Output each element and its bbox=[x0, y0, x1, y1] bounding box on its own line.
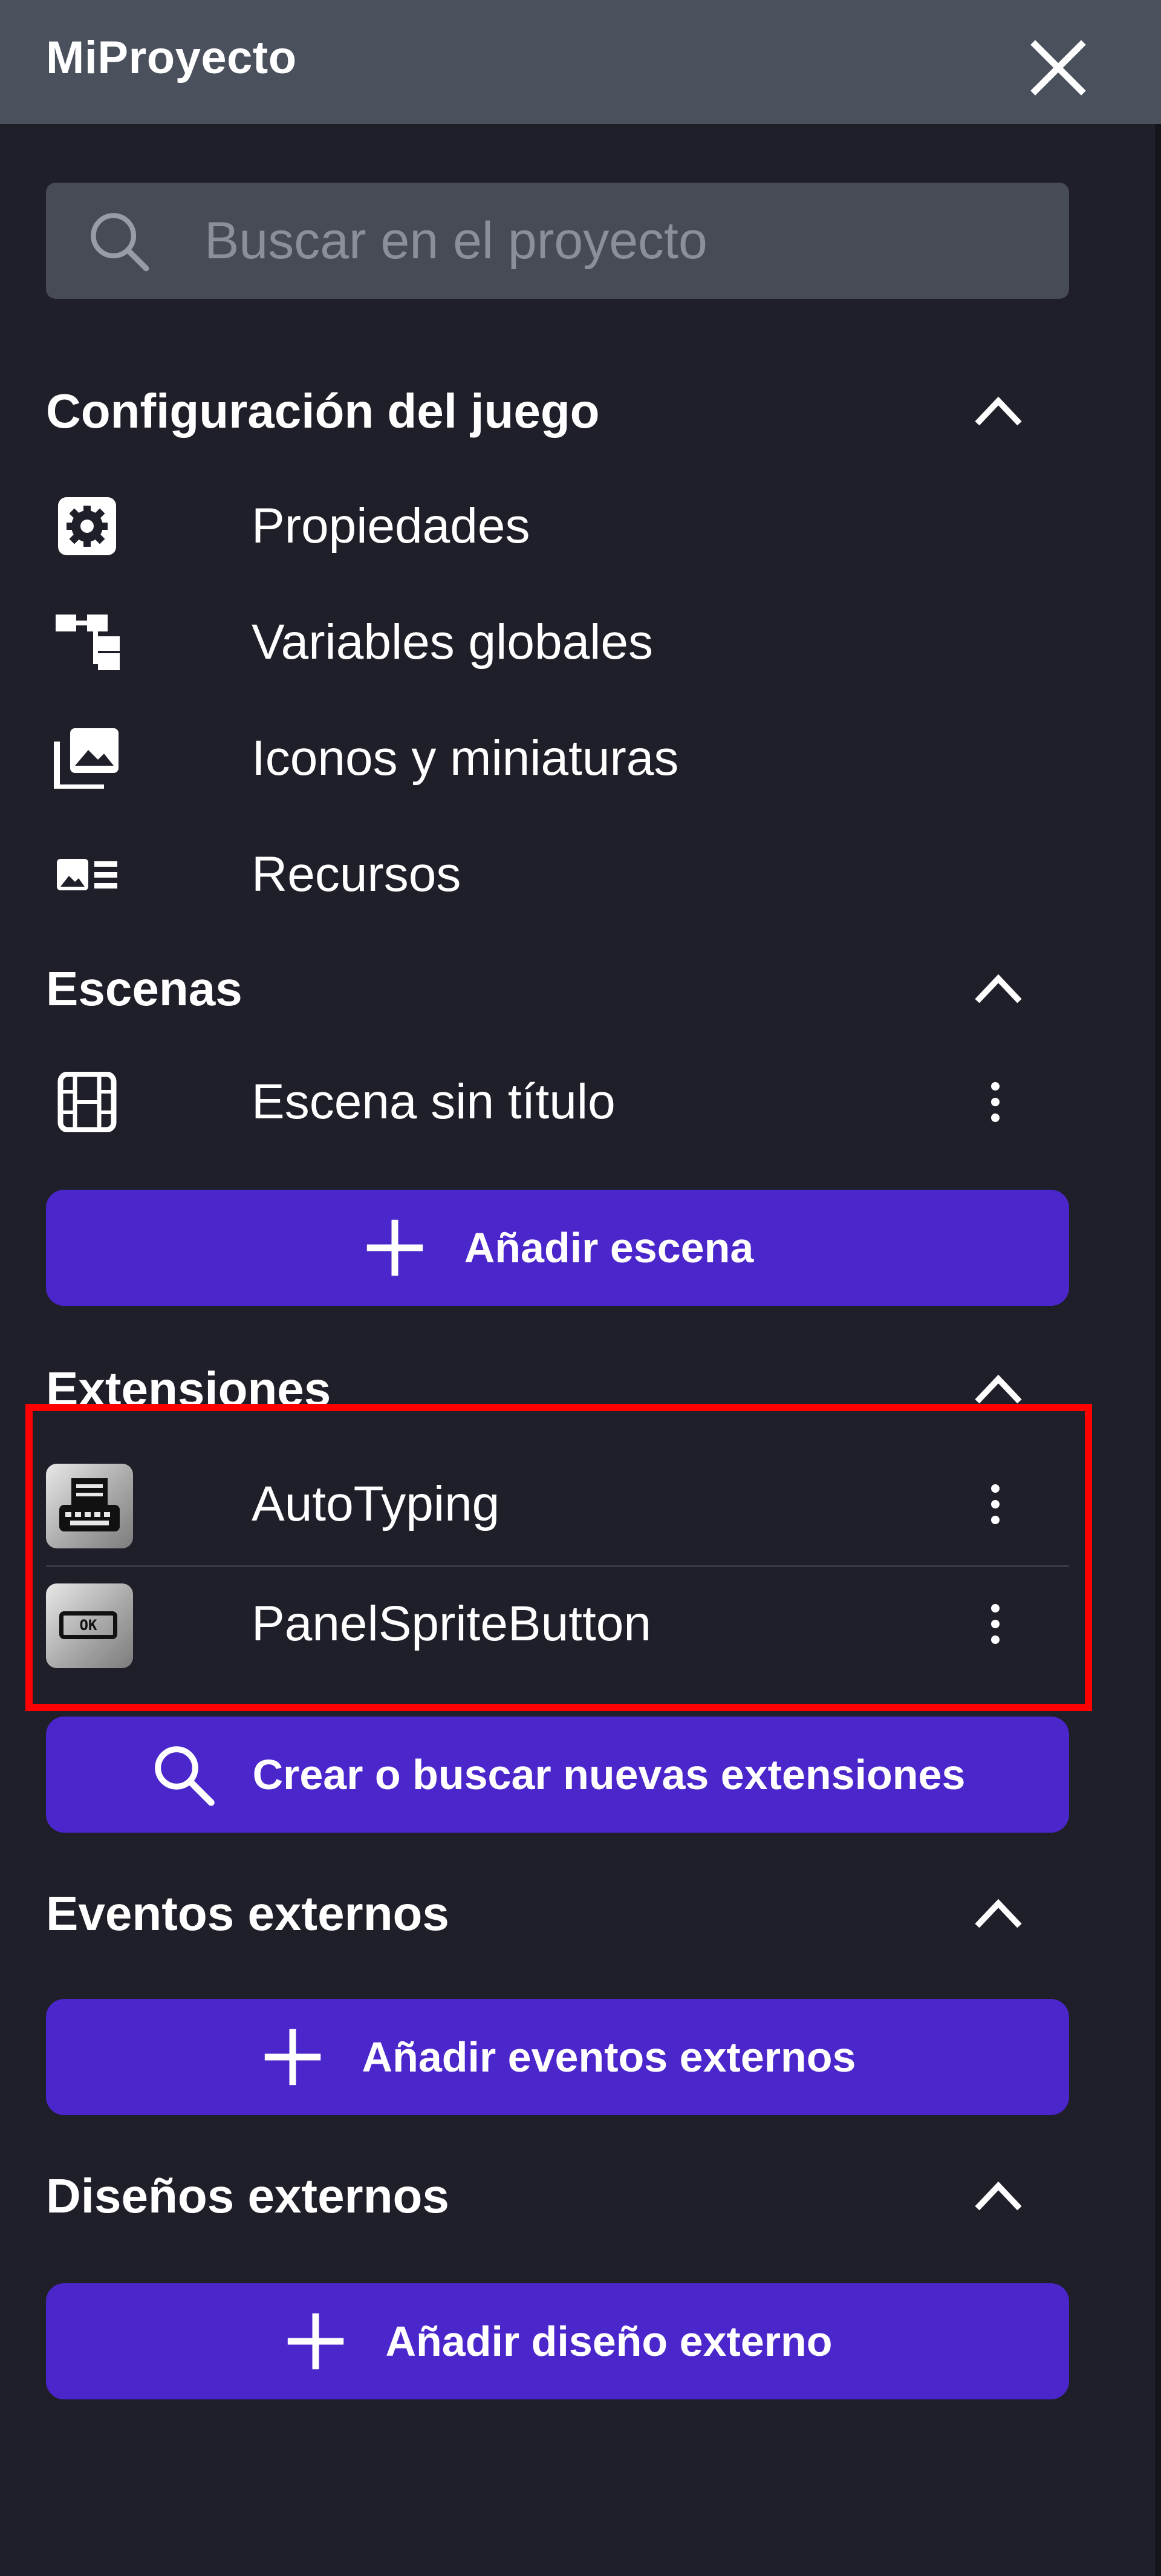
resources-list-icon bbox=[57, 859, 117, 890]
section-title: Eventos externos bbox=[46, 1886, 449, 1940]
add-scene-button[interactable]: Añadir escena bbox=[46, 1190, 1069, 1306]
search-icon bbox=[154, 1746, 215, 1806]
close-icon bbox=[1030, 40, 1086, 96]
panel-header: MiProyecto bbox=[0, 0, 1161, 124]
create-search-extensions-button[interactable]: Crear o buscar nuevas extensiones bbox=[46, 1717, 1069, 1833]
search-input[interactable] bbox=[203, 207, 1040, 275]
button-label: Añadir diseño externo bbox=[385, 2318, 833, 2365]
chevron-up-icon bbox=[975, 2181, 1022, 2211]
menu-item-recursos[interactable]: Recursos bbox=[46, 829, 1074, 920]
scrollbar-track[interactable] bbox=[1155, 124, 1161, 2576]
project-title: MiProyecto bbox=[46, 32, 297, 83]
chevron-up-icon bbox=[975, 974, 1022, 1003]
button-label: Crear o buscar nuevas extensiones bbox=[252, 1751, 966, 1798]
plus-icon bbox=[366, 1219, 423, 1276]
chevron-up-icon bbox=[975, 396, 1022, 426]
search-icon bbox=[91, 213, 149, 272]
more-vertical-icon[interactable] bbox=[971, 1078, 1020, 1126]
menu-item-label: Iconos y miniaturas bbox=[252, 731, 679, 786]
menu-item-label: Variables globales bbox=[252, 615, 654, 670]
plus-icon bbox=[288, 2313, 344, 2370]
scene-label: Escena sin título bbox=[252, 1074, 616, 1129]
menu-item-variables-globales[interactable]: Variables globales bbox=[46, 597, 1074, 688]
plus-icon bbox=[264, 2029, 320, 2085]
section-header-scenes[interactable]: Escenas bbox=[46, 956, 1074, 1022]
add-external-events-button[interactable]: Añadir eventos externos bbox=[46, 1999, 1069, 2115]
scene-item[interactable]: Escena sin título bbox=[46, 1057, 1074, 1147]
gear-icon bbox=[58, 497, 116, 555]
section-header-external-events[interactable]: Eventos externos bbox=[46, 1880, 1074, 1947]
button-label: Añadir eventos externos bbox=[362, 2033, 856, 2081]
highlight-box bbox=[25, 1404, 1092, 1711]
search-box[interactable] bbox=[46, 183, 1069, 299]
section-title: Escenas bbox=[46, 962, 242, 1016]
variables-tree-icon bbox=[56, 615, 120, 670]
project-manager-panel: MiProyecto Configuración del juego bbox=[0, 0, 1161, 2576]
film-icon bbox=[57, 1072, 117, 1132]
chevron-up-icon bbox=[975, 1899, 1022, 1928]
section-header-external-layouts[interactable]: Diseños externos bbox=[46, 2163, 1074, 2229]
section-title: Configuración del juego bbox=[46, 384, 600, 438]
close-button[interactable] bbox=[1028, 37, 1088, 98]
section-title: Diseños externos bbox=[46, 2169, 449, 2223]
section-header-game-config[interactable]: Configuración del juego bbox=[46, 378, 1074, 445]
add-external-layout-button[interactable]: Añadir diseño externo bbox=[46, 2283, 1069, 2399]
button-label: Añadir escena bbox=[464, 1224, 754, 1271]
menu-item-label: Recursos bbox=[252, 847, 461, 902]
menu-item-iconos-miniaturas[interactable]: Iconos y miniaturas bbox=[46, 713, 1074, 804]
image-gallery-icon bbox=[54, 728, 119, 789]
menu-item-propiedades[interactable]: Propiedades bbox=[46, 481, 1074, 572]
menu-item-label: Propiedades bbox=[252, 498, 530, 553]
